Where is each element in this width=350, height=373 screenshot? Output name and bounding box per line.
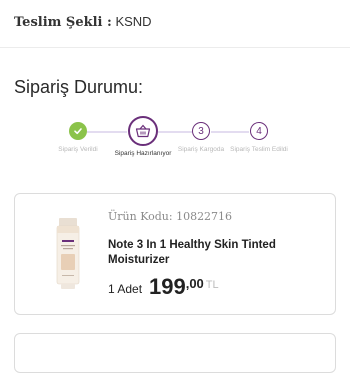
check-icon [69,122,87,140]
order-status-title: Sipariş Durumu: [14,77,144,97]
step-order-placed: Sipariş Verildi [43,115,113,154]
product-price: 199,00 TL [149,274,219,300]
step-label: Sipariş Verildi [58,146,98,153]
product-image[interactable] [53,218,83,290]
price-decimal: ,00 [185,276,204,291]
price-currency: TL [205,279,219,291]
step-label: Sipariş Teslim Edildi [230,146,288,153]
product-name[interactable]: Note 3 In 1 Healthy Skin Tinted Moisturi… [108,238,318,268]
price-integer: 199 [149,274,186,299]
basket-icon [128,116,158,146]
delivery-label: Teslim Şekli : [14,15,112,30]
step-number-badge: 4 [250,122,268,140]
step-number-badge: 3 [192,122,210,140]
delivery-value: KSND [115,14,152,29]
step-order-delivered: 4 Sipariş Teslim Edildi [224,115,294,154]
product-card[interactable]: Ürün Kodu: 10822716 Note 3 In 1 Healthy … [14,193,336,315]
product-quantity: 1 Adet [108,282,143,296]
order-status-stepper: Sipariş Verildi Sipariş Hazırlanıyor 3 S… [0,115,350,175]
product-code: Ürün Kodu: 10822716 [108,210,233,223]
next-product-card[interactable] [14,333,336,373]
divider [0,47,350,48]
delivery-method: Teslim Şekli : KSND [14,14,152,30]
